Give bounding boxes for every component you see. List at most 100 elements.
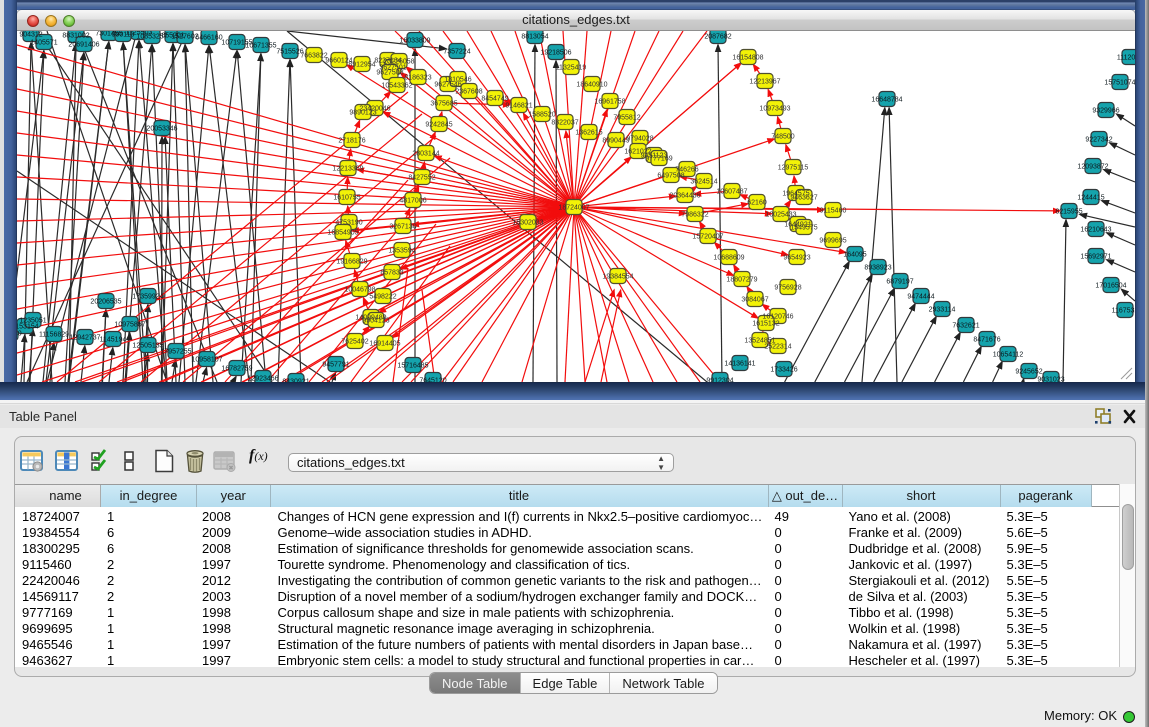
svg-text:9474444: 9474444 <box>907 294 934 301</box>
svg-text:748500: 748500 <box>771 134 794 141</box>
svg-text:1353594: 1353594 <box>388 248 415 255</box>
svg-text:2933114: 2933114 <box>929 307 956 314</box>
svg-text:857833: 857833 <box>380 270 403 277</box>
svg-text:17359924: 17359924 <box>132 294 163 301</box>
svg-text:23226058: 23226058 <box>383 59 414 66</box>
svg-text:3624514: 3624514 <box>690 179 717 186</box>
svg-text:9031023: 9031023 <box>1037 377 1064 383</box>
svg-text:1145194: 1145194 <box>100 337 127 344</box>
svg-text:8215955: 8215955 <box>1055 209 1082 216</box>
svg-text:10607487: 10607487 <box>716 189 747 196</box>
svg-text:16782759: 16782759 <box>221 366 252 373</box>
svg-text:20691406: 20691406 <box>68 42 99 49</box>
svg-text:19218506: 19218506 <box>540 50 571 57</box>
svg-text:3267130: 3267130 <box>389 224 416 231</box>
svg-text:15720407: 15720407 <box>692 234 723 241</box>
svg-text:9890123: 9890123 <box>349 110 376 117</box>
svg-text:8186323: 8186323 <box>404 75 431 82</box>
svg-text:2803144: 2803144 <box>412 151 439 158</box>
svg-text:6466160: 6466160 <box>195 35 222 42</box>
svg-text:9242845: 9242845 <box>425 122 452 129</box>
svg-text:16154808: 16154808 <box>732 55 763 62</box>
svg-text:16033809: 16033809 <box>399 38 430 45</box>
svg-text:6879197: 6879197 <box>886 279 913 286</box>
svg-text:8322037: 8322037 <box>551 120 578 127</box>
svg-text:10543362: 10543362 <box>381 83 412 90</box>
svg-text:7357224: 7357224 <box>443 49 470 56</box>
svg-text:9654923: 9654923 <box>783 255 810 262</box>
svg-text:904312: 904312 <box>19 32 42 39</box>
svg-text:15692971: 15692971 <box>1080 254 1111 261</box>
svg-text:10654112: 10654112 <box>993 352 1024 359</box>
svg-text:12505135: 12505135 <box>132 343 163 350</box>
svg-text:7663822: 7663822 <box>300 53 327 60</box>
svg-text:1733426: 1733426 <box>770 367 797 374</box>
svg-text:1112034: 1112034 <box>1117 55 1135 62</box>
svg-text:12942737: 12942737 <box>69 335 100 342</box>
svg-text:19166829: 19166829 <box>336 259 367 266</box>
svg-text:10671355: 10671355 <box>245 43 276 50</box>
svg-text:9463627: 9463627 <box>790 195 817 202</box>
svg-text:10958107: 10958107 <box>191 357 222 364</box>
svg-text:7955812: 7955812 <box>613 115 640 122</box>
svg-text:16914405: 16914405 <box>369 341 400 348</box>
svg-text:4753190: 4753190 <box>335 220 362 227</box>
svg-text:12923466: 12923466 <box>247 376 278 383</box>
svg-text:9777169: 9777169 <box>645 156 672 163</box>
svg-text:8938923: 8938923 <box>864 265 891 272</box>
svg-text:62160: 62160 <box>747 200 767 207</box>
svg-text:10025433: 10025433 <box>765 212 796 219</box>
svg-text:10046798: 10046798 <box>344 287 375 294</box>
svg-text:8430921: 8430921 <box>282 379 309 383</box>
svg-text:18807279: 18807279 <box>726 277 757 284</box>
svg-text:3084067: 3084067 <box>741 297 768 304</box>
svg-text:2087682: 2087682 <box>704 34 731 41</box>
svg-text:8831002: 8831002 <box>62 33 89 40</box>
svg-text:9627508: 9627508 <box>376 70 403 77</box>
svg-text:4817006: 4817006 <box>399 198 426 205</box>
svg-text:12975115: 12975115 <box>778 165 809 172</box>
svg-text:9912304: 9912304 <box>706 378 733 383</box>
svg-text:9699695: 9699695 <box>819 238 846 245</box>
svg-text:9329966: 9329966 <box>1092 108 1119 115</box>
svg-text:18640910: 18640910 <box>576 82 607 89</box>
svg-text:12213369: 12213369 <box>332 166 363 173</box>
svg-text:7986322: 7986322 <box>681 212 708 219</box>
svg-text:16961758: 16961758 <box>594 99 625 106</box>
svg-text:2367608: 2367608 <box>455 89 482 96</box>
svg-text:391540: 391540 <box>17 331 22 338</box>
svg-text:10973493: 10973493 <box>759 106 790 113</box>
svg-text:15751074: 15751074 <box>1104 80 1135 87</box>
svg-text:11325419: 11325419 <box>556 65 587 72</box>
svg-text:1405571: 1405571 <box>30 40 57 47</box>
svg-text:9146821: 9146821 <box>505 103 532 110</box>
svg-text:8427552: 8427552 <box>408 175 435 182</box>
svg-text:17957255: 17957255 <box>160 349 191 356</box>
svg-text:1588520: 1588520 <box>528 112 555 119</box>
svg-text:9227342: 9227342 <box>1085 137 1112 144</box>
svg-text:1244415: 1244415 <box>1077 195 1104 202</box>
svg-text:19384554: 19384554 <box>602 274 633 281</box>
svg-text:7632621: 7632621 <box>952 323 979 330</box>
svg-text:8471676: 8471676 <box>973 337 1000 344</box>
svg-text:10688609: 10688609 <box>713 255 744 262</box>
svg-text:16854905: 16854905 <box>327 230 358 237</box>
svg-text:1362615: 1362615 <box>575 130 602 137</box>
svg-text:14136141: 14136141 <box>724 361 755 368</box>
svg-text:16120746: 16120746 <box>762 314 793 321</box>
svg-text:3675685: 3675685 <box>430 101 457 108</box>
svg-text:16210643: 16210643 <box>1080 227 1111 234</box>
svg-text:1615132: 1615132 <box>752 321 779 328</box>
svg-text:9115460: 9115460 <box>820 208 847 215</box>
svg-text:8813054: 8813054 <box>521 34 548 41</box>
svg-text:15716485: 15716485 <box>397 363 428 370</box>
svg-text:164095: 164095 <box>843 252 866 259</box>
svg-text:9245652: 9245652 <box>1015 369 1042 376</box>
svg-text:7625402: 7625402 <box>341 339 368 346</box>
svg-text:1549575: 1549575 <box>790 225 817 232</box>
svg-text:8912954: 8912954 <box>348 62 375 69</box>
svg-text:1810546: 1810546 <box>444 77 471 84</box>
svg-text:20053346: 20053346 <box>146 126 177 133</box>
svg-text:2718176: 2718176 <box>338 138 365 145</box>
svg-text:15302033: 15302033 <box>512 220 543 227</box>
